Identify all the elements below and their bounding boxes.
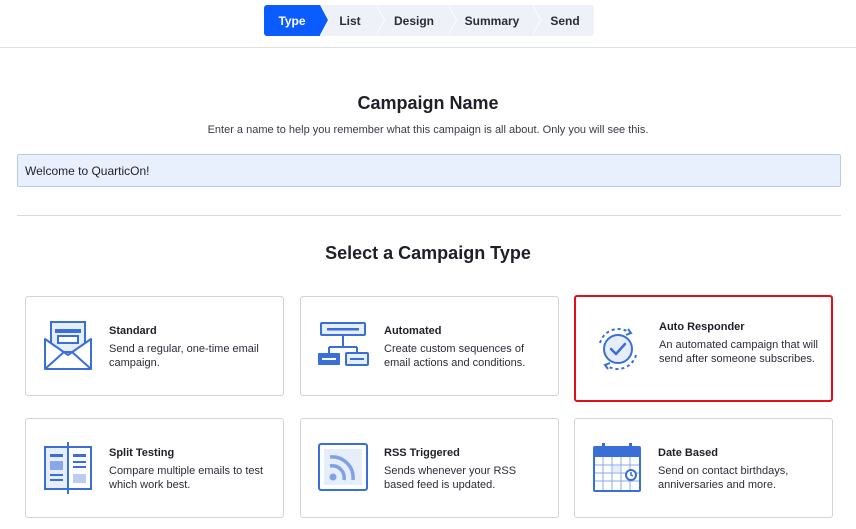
card-description: Create custom sequences of email actions… bbox=[384, 343, 526, 369]
autoresponder-icon bbox=[599, 328, 637, 370]
card-description: Send on contact birthdays, anniversaries… bbox=[658, 465, 789, 491]
card-title: RSS Triggered bbox=[384, 447, 460, 459]
section-divider bbox=[17, 215, 841, 216]
card-description: Send a regular, one-time email campaign. bbox=[109, 343, 259, 369]
campaign-name-hint: Enter a name to help you remember what t… bbox=[207, 124, 649, 136]
card-title: Automated bbox=[384, 325, 442, 337]
split-test-icon bbox=[44, 442, 92, 494]
calendar-icon bbox=[593, 443, 641, 492]
step-design[interactable]: Design bbox=[376, 5, 457, 36]
campaign-type-heading: Select a Campaign Type bbox=[325, 243, 531, 263]
card-automated[interactable]: Automated Create custom sequences of ema… bbox=[300, 296, 559, 396]
card-auto-responder[interactable]: Auto Responder An automated campaign tha… bbox=[574, 295, 833, 402]
envelope-icon bbox=[44, 321, 92, 370]
card-title: Split Testing bbox=[109, 447, 175, 459]
card-description: Compare multiple emails to test which wo… bbox=[109, 465, 264, 491]
card-split-testing[interactable]: Split Testing Compare multiple emails to… bbox=[25, 418, 284, 518]
card-title: Auto Responder bbox=[659, 321, 745, 333]
card-title: Date Based bbox=[658, 447, 718, 459]
card-date-based[interactable]: Date Based Send on contact birthdays, an… bbox=[574, 418, 833, 518]
campaign-name-heading: Campaign Name bbox=[357, 93, 499, 113]
rss-icon bbox=[318, 443, 368, 491]
step-summary[interactable]: Summary bbox=[448, 5, 541, 36]
campaign-stepper: Type List Design Summary Send bbox=[264, 5, 594, 36]
campaign-name-input[interactable] bbox=[17, 154, 841, 187]
step-label: Send bbox=[550, 13, 580, 28]
card-rss-triggered[interactable]: RSS Triggered Sends whenever your RSS ba… bbox=[300, 418, 559, 518]
card-standard[interactable]: Standard Send a regular, one-time email … bbox=[25, 296, 284, 396]
step-label: Type bbox=[278, 13, 306, 28]
card-description: An automated campaign that will send aft… bbox=[659, 339, 818, 365]
header-divider bbox=[0, 47, 856, 48]
step-send[interactable]: Send bbox=[532, 5, 594, 36]
step-type[interactable]: Type bbox=[264, 5, 329, 36]
card-description: Sends whenever your RSS based feed is up… bbox=[384, 465, 517, 491]
workflow-icon bbox=[318, 322, 369, 366]
step-label: Design bbox=[393, 13, 434, 28]
step-label: Summary bbox=[464, 13, 520, 28]
card-title: Standard bbox=[109, 325, 157, 337]
step-label: List bbox=[339, 13, 361, 28]
